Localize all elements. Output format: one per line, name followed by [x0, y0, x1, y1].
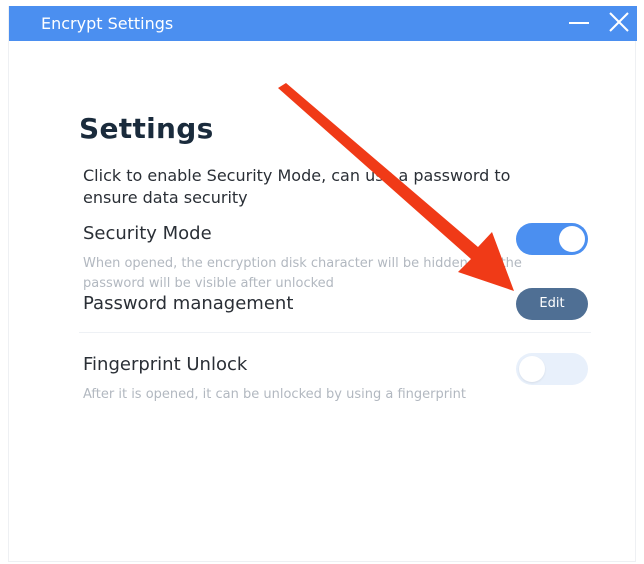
title-bar[interactable]: Encrypt Settings: [9, 6, 637, 41]
toggle-knob: [559, 226, 585, 252]
section-divider: [79, 332, 591, 333]
close-button[interactable]: [603, 9, 635, 37]
security-mode-toggle[interactable]: [516, 223, 588, 255]
encrypt-settings-window: Encrypt Settings Settings Click to enabl…: [8, 6, 637, 562]
password-management-label: Password management: [83, 293, 294, 314]
intro-text: Click to enable Security Mode, can use a…: [83, 166, 511, 207]
security-mode-description: When opened, the encryption disk charact…: [83, 256, 522, 291]
window-title: Encrypt Settings: [41, 14, 174, 33]
close-icon: [609, 12, 629, 32]
minimize-icon: [569, 22, 589, 24]
toggle-knob: [519, 356, 545, 382]
fingerprint-unlock-label: Fingerprint Unlock: [83, 354, 248, 375]
minimize-button[interactable]: [563, 9, 595, 37]
security-mode-label: Security Mode: [83, 223, 212, 244]
fingerprint-unlock-toggle[interactable]: [516, 353, 588, 385]
edit-password-button[interactable]: Edit: [516, 288, 588, 320]
settings-panel: Settings Click to enable Security Mode, …: [9, 41, 637, 561]
fingerprint-unlock-description: After it is opened, it can be unlocked b…: [83, 387, 467, 402]
page-title: Settings: [79, 112, 214, 145]
